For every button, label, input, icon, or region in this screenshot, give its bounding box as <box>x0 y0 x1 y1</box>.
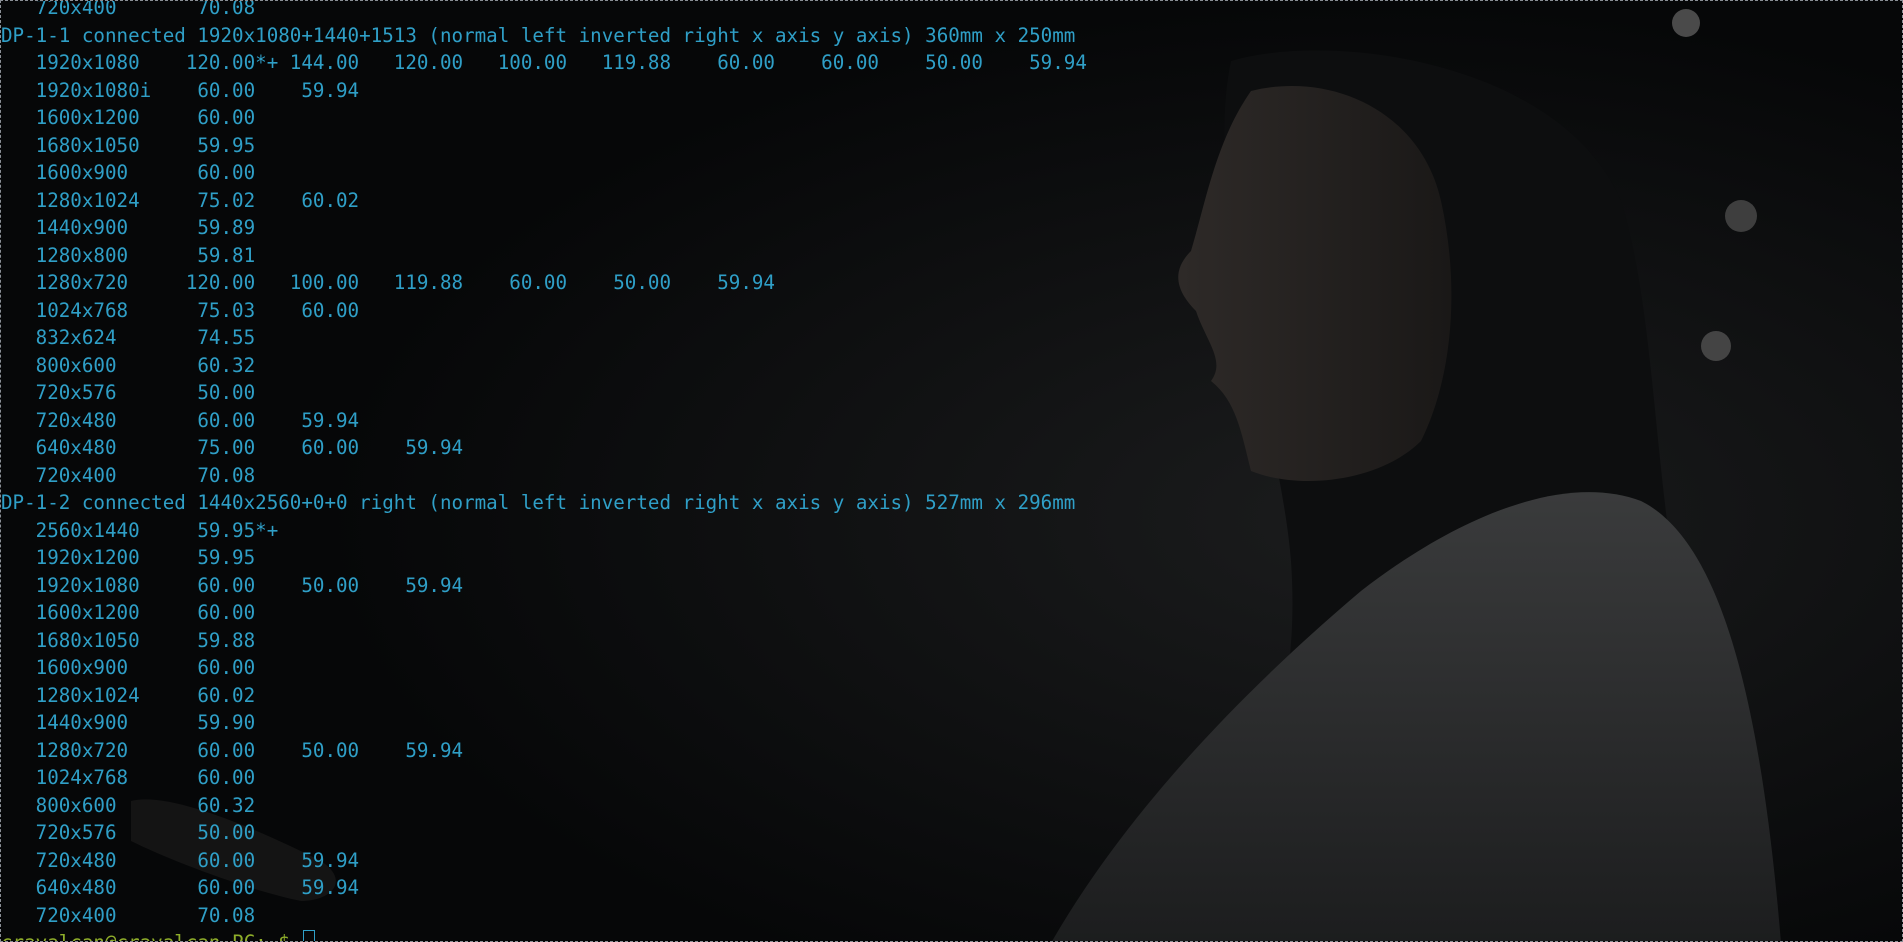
terminal-line: DP-1-2 connected 1440x2560+0+0 right (no… <box>1 491 1076 514</box>
terminal-line: 1600x900 60.00 <box>1 656 256 679</box>
text-cursor <box>303 930 316 941</box>
terminal-line: 1280x720 60.00 50.00 59.94 <box>1 738 464 762</box>
terminal-line: 1024x768 60.00 <box>1 766 256 789</box>
terminal-line: 1440x900 59.89 <box>1 216 256 239</box>
terminal-window[interactable]: 720x400 70.08 DP-1-1 connected 1920x1080+… <box>0 0 1903 942</box>
terminal-line: 720x400 70.08 <box>1 0 256 19</box>
terminal-line: 800x600 60.32 <box>1 353 256 377</box>
terminal-output[interactable]: 720x400 70.08 DP-1-1 connected 1920x1080+… <box>1 0 1087 941</box>
terminal-line: 720x576 50.00 <box>1 381 256 404</box>
terminal-line: 1024x768 75.03 60.00 <box>1 298 360 322</box>
terminal-line: 1600x1200 60.00 <box>1 601 256 624</box>
terminal-line: 1280x800 59.81 <box>1 243 256 267</box>
terminal-line: 1680x1050 59.88 <box>1 628 256 652</box>
terminal-line: 2560x1440 59.95*+ <box>1 518 279 542</box>
terminal-line: 800x600 60.32 <box>1 793 256 817</box>
terminal-line: 720x480 60.00 59.94 <box>1 848 360 872</box>
terminal-line: 832x624 74.55 <box>1 326 256 349</box>
terminal-line: 1920x1080 60.00 50.00 59.94 <box>1 573 464 597</box>
terminal-line: 1600x900 60.00 <box>1 161 256 184</box>
terminal-line: 640x480 75.00 60.00 59.94 <box>1 436 464 459</box>
terminal-line: 720x400 70.08 <box>1 463 256 487</box>
terminal-line: 640x480 60.00 59.94 <box>1 876 360 899</box>
terminal-line: 1280x1024 75.02 60.02 <box>1 188 360 212</box>
terminal-line: 1440x900 59.90 <box>1 711 256 734</box>
shell-prompt[interactable]: cravalcan@cravalcan-PC:~$ <box>1 929 1087 941</box>
terminal-line: 1280x720 120.00 100.00 119.88 60.00 50.0… <box>1 271 775 294</box>
terminal-line: 720x400 70.08 <box>1 903 256 927</box>
terminal-line: 1280x1024 60.02 <box>1 683 256 707</box>
terminal-line: 720x480 60.00 59.94 <box>1 408 360 432</box>
terminal-line: 1600x1200 60.00 <box>1 106 256 129</box>
prompt-text: cravalcan@cravalcan-PC:~$ <box>1 931 301 941</box>
terminal-line: 1920x1200 59.95 <box>1 546 256 569</box>
terminal-line: 1920x1080 120.00*+ 144.00 120.00 100.00 … <box>1 51 1087 74</box>
terminal-line: DP-1-1 connected 1920x1080+1440+1513 (no… <box>1 23 1076 47</box>
terminal-line: 1680x1050 59.95 <box>1 133 256 157</box>
terminal-line: 1920x1080i 60.00 59.94 <box>1 78 360 102</box>
terminal-line: 720x576 50.00 <box>1 821 256 844</box>
